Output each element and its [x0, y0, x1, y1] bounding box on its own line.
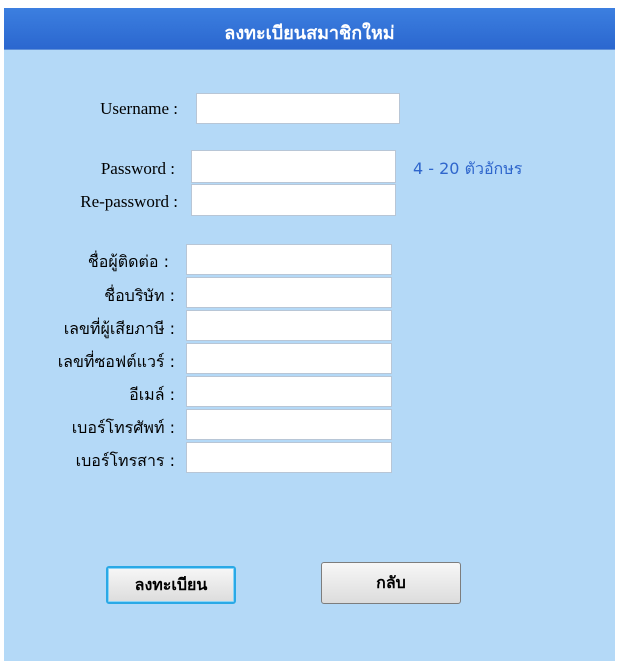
- password-label: Password :: [100, 159, 175, 178]
- register-button[interactable]: ลงทะเบียน: [106, 566, 236, 604]
- contact-name-label: ชื่อผู้ติดต่อ :: [87, 252, 169, 271]
- repassword-input[interactable]: [191, 184, 396, 216]
- company-name-input[interactable]: [186, 277, 392, 308]
- username-input[interactable]: [196, 93, 400, 124]
- back-button[interactable]: กลับ: [321, 562, 461, 604]
- email-input[interactable]: [186, 376, 392, 407]
- password-input[interactable]: [191, 150, 396, 183]
- phone-input[interactable]: [186, 409, 392, 440]
- tax-id-input[interactable]: [186, 310, 392, 341]
- tax-id-label: เลขที่ผู้เสียภาษี :: [63, 319, 175, 338]
- company-name-label: ชื่อบริษัท :: [104, 286, 175, 305]
- contact-name-input[interactable]: [186, 244, 392, 275]
- page-title: ลงทะเบียนสมาชิกใหม่: [224, 23, 395, 44]
- email-label: อีเมล์ :: [129, 385, 175, 404]
- panel-header: ลงทะเบียนสมาชิกใหม่: [4, 8, 615, 50]
- software-number-input[interactable]: [186, 343, 392, 374]
- repassword-label: Re-password :: [80, 192, 178, 211]
- phone-label: เบอร์โทรศัพท์ :: [71, 418, 175, 437]
- fax-label: เบอร์โทรสาร :: [75, 451, 175, 470]
- fax-input[interactable]: [186, 442, 392, 473]
- password-length-hint: 4 - 20 ตัวอักษร: [413, 159, 523, 178]
- software-number-label: เลขที่ซอฟต์แวร์ :: [57, 352, 175, 371]
- username-label: Username :: [100, 99, 178, 118]
